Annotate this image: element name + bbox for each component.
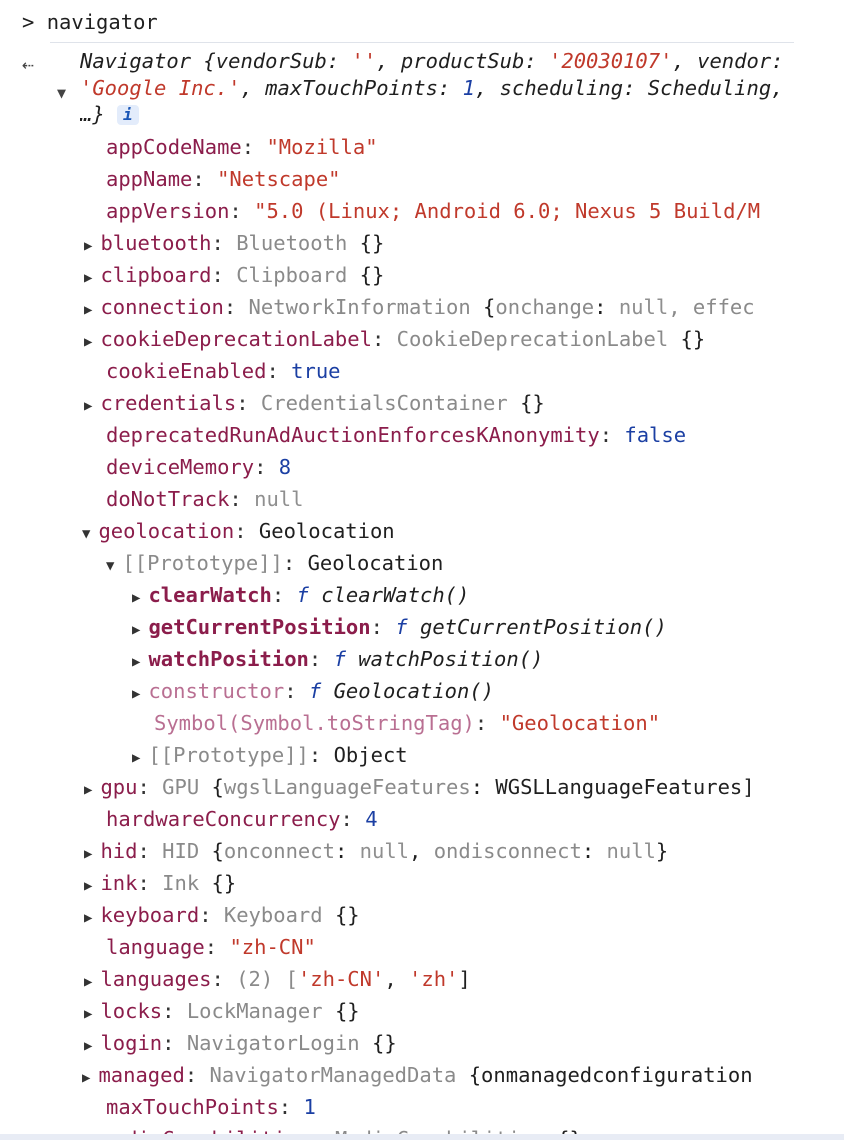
console-bottom-bar: [0, 1134, 844, 1140]
expand-triangle-icon[interactable]: ▶: [132, 590, 140, 606]
prop-row-expanded[interactable]: ▼ geolocation: Geolocation: [82, 515, 395, 547]
navigator-summary[interactable]: Navigator {vendorSub: '', productSub: '2…: [80, 48, 796, 128]
collapse-triangle-icon[interactable]: ▼: [106, 558, 114, 574]
prototype-row-expanded[interactable]: ▼ [[Prototype]]: Geolocation: [106, 547, 443, 579]
prop-row-expandable[interactable]: ▶ managed: NavigatorManagedData {onmanage…: [82, 1059, 802, 1091]
prop-row-expandable[interactable]: ▶ keyboard: Keyboard {}: [84, 899, 360, 931]
prop-row: language: "zh-CN": [106, 935, 316, 959]
prop-row: deviceMemory: 8: [106, 455, 292, 479]
prop-row: doNotTrack: null: [106, 487, 304, 511]
expand-triangle-icon[interactable]: ▶: [84, 270, 92, 286]
prop-row: appCodeName: "Mozilla": [106, 135, 378, 159]
method-row[interactable]: ▶ getCurrentPosition: f getCurrentPositio…: [132, 611, 667, 643]
expand-triangle-icon[interactable]: ▶: [84, 334, 92, 350]
summary-prefix: Navigator {vendorSub:: [80, 49, 352, 73]
summary-text: , vendor:: [672, 49, 796, 73]
prop-row: maxTouchPoints: 1: [106, 1095, 316, 1119]
prompt-chevron-icon: >: [22, 10, 35, 34]
summary-vendor: 'Google Inc.': [80, 75, 241, 100]
expand-triangle-icon[interactable]: ▶: [84, 302, 92, 318]
prop-row-expandable[interactable]: ▶ cookieDeprecationLabel: CookieDeprecati…: [84, 323, 705, 355]
expand-triangle-icon[interactable]: ▶: [82, 1070, 90, 1086]
expand-triangle-icon[interactable]: ▶: [84, 846, 92, 862]
prop-row-expandable[interactable]: ▶ connection: NetworkInformation {onchang…: [84, 291, 802, 323]
method-row[interactable]: ▶ constructor: f Geolocation(): [132, 675, 494, 707]
prop-row: appName: "Netscape": [106, 167, 341, 191]
expand-triangle-icon[interactable]: ▶: [84, 974, 92, 990]
prop-row: hardwareConcurrency: 4: [106, 807, 378, 831]
method-row[interactable]: ▶ clearWatch: f clearWatch(): [132, 579, 469, 611]
expand-triangle-icon[interactable]: ▶: [84, 1006, 92, 1022]
summary-maxtouchpoints: 1: [462, 75, 475, 100]
expand-triangle-icon[interactable]: ▶: [132, 686, 140, 702]
expand-triangle-icon[interactable]: ▶: [84, 1038, 92, 1054]
expand-triangle-icon[interactable]: ▶: [84, 782, 92, 798]
prop-row-expandable[interactable]: ▶ gpu: GPU {wgslLanguageFeatures: WGSLLan…: [84, 771, 802, 803]
expand-triangle-icon[interactable]: ▶: [84, 238, 92, 254]
prop-row-expandable[interactable]: ▶ ink: Ink {}: [84, 867, 236, 899]
expand-triangle-icon[interactable]: ▶: [84, 398, 92, 414]
summary-vendorsub: '': [351, 49, 377, 73]
expand-triangle-icon[interactable]: ▶: [132, 654, 140, 670]
console-separator: [50, 42, 794, 43]
summary-productsub: '20030107': [549, 49, 673, 73]
method-row[interactable]: ▶ watchPosition: f watchPosition(): [132, 643, 543, 675]
symbol-row: Symbol(Symbol.toStringTag): "Geolocation…: [154, 711, 661, 735]
prop-row-expandable[interactable]: ▶ locks: LockManager {}: [84, 995, 360, 1027]
prop-row-expandable[interactable]: ▶ bluetooth: Bluetooth {}: [84, 227, 384, 259]
console-command: navigator: [46, 10, 158, 34]
expand-triangle-icon[interactable]: ▶: [132, 750, 140, 766]
prop-row-expandable[interactable]: ▶ clipboard: Clipboard {}: [84, 259, 384, 291]
summary-text: , productSub:: [376, 49, 550, 73]
collapse-triangle-icon[interactable]: ▼: [82, 526, 90, 542]
return-arrow-icon: ⇠: [22, 52, 35, 76]
prop-row: cookieEnabled: true: [106, 359, 341, 383]
expand-triangle-icon[interactable]: ▶: [84, 878, 92, 894]
console-input-line: > navigator: [22, 6, 158, 38]
expand-triangle-icon[interactable]: ▶: [132, 622, 140, 638]
expand-triangle-icon[interactable]: ▶: [84, 910, 92, 926]
prop-row: appVersion: "5.0 (Linux; Android 6.0; Ne…: [106, 199, 761, 223]
prop-row: deprecatedRunAdAuctionEnforcesKAnonymity…: [106, 423, 687, 447]
prop-row-expandable[interactable]: ▶ credentials: CredentialsContainer {}: [84, 387, 545, 419]
prop-row-expandable[interactable]: ▶ login: NavigatorLogin {}: [84, 1027, 397, 1059]
prototype-row[interactable]: ▶ [[Prototype]]: Object: [132, 739, 408, 771]
expand-caret-icon[interactable]: ▼: [57, 84, 66, 102]
prop-row-expandable[interactable]: ▶ hid: HID {onconnect: null, ondisconnect…: [84, 835, 668, 867]
summary-text: , maxTouchPoints:: [240, 75, 463, 100]
prop-row-expandable[interactable]: ▶ languages: (2) ['zh-CN', 'zh']: [84, 963, 471, 995]
info-badge-icon[interactable]: i: [117, 105, 139, 125]
